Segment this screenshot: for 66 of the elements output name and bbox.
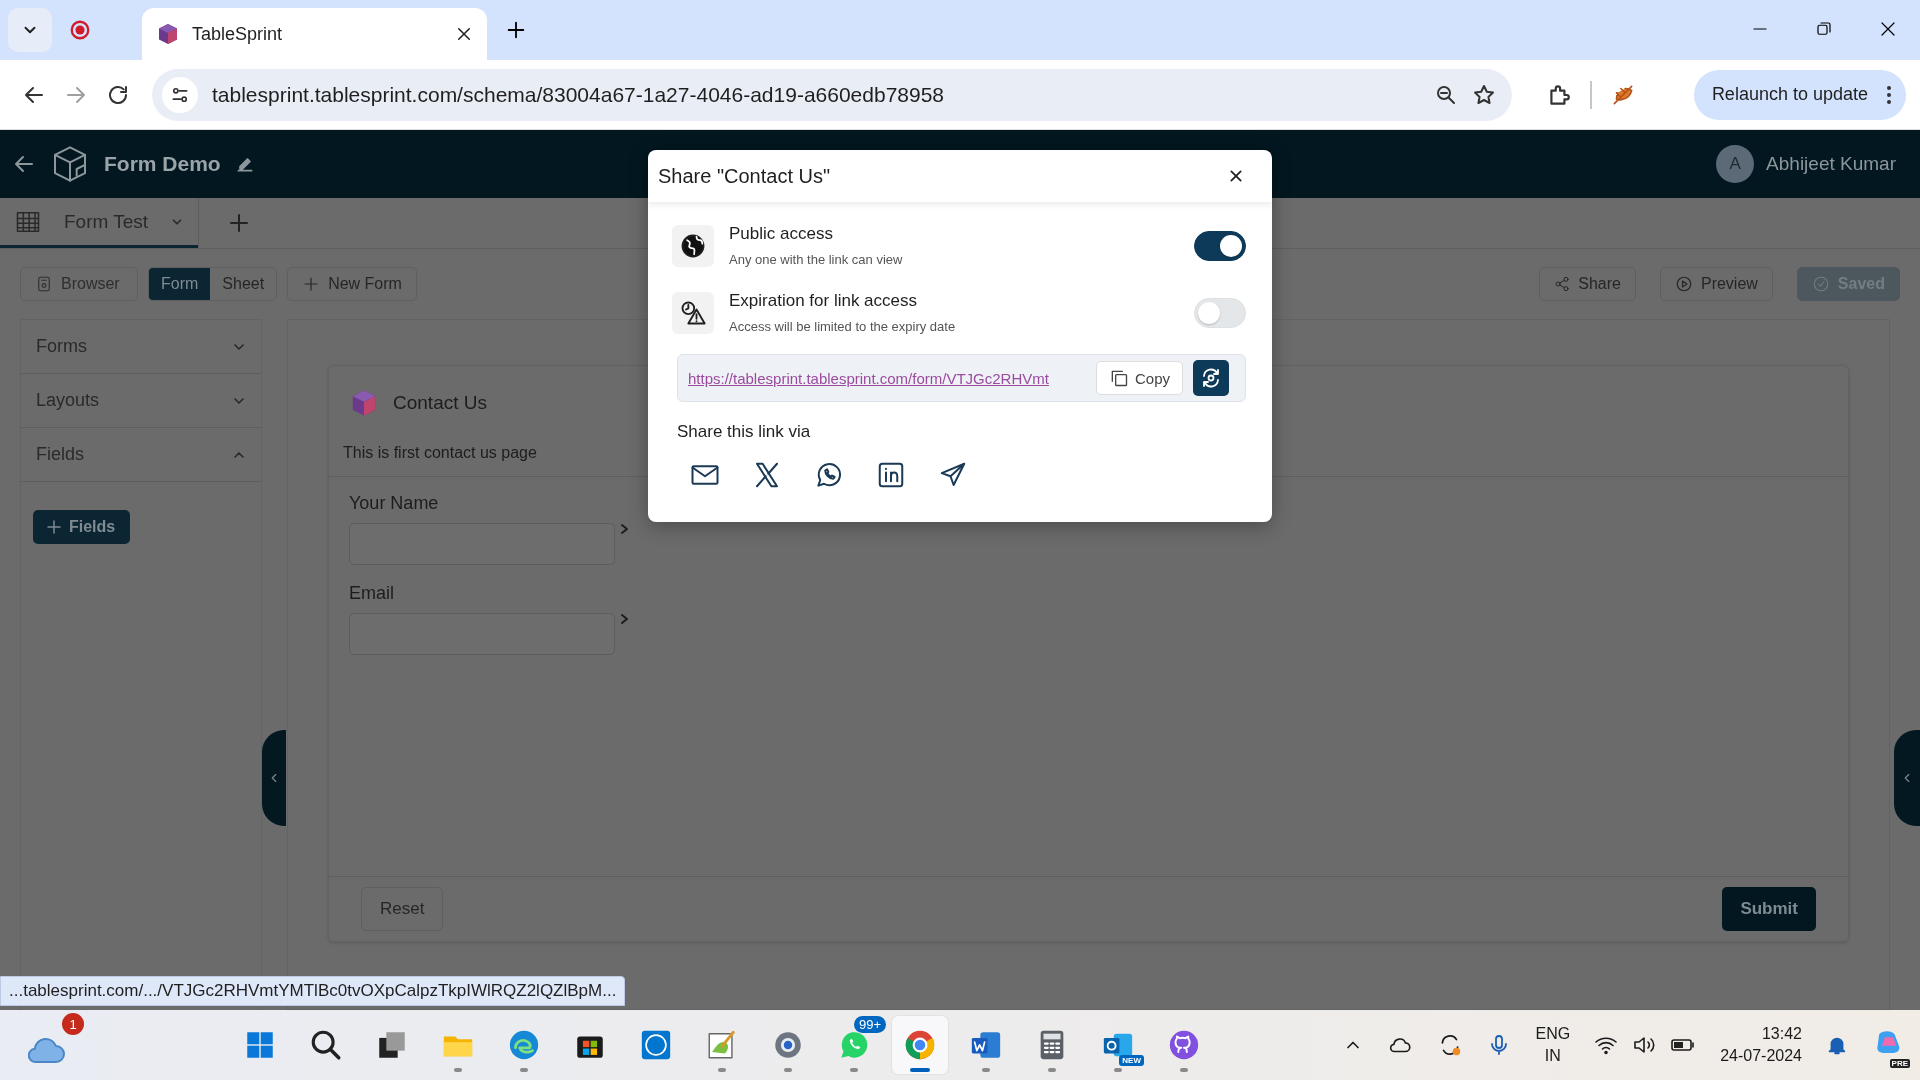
linkedin-icon[interactable] (876, 460, 906, 490)
toggle-switch[interactable] (1194, 230, 1246, 261)
sidebar-section[interactable]: Fields (21, 428, 261, 482)
whatsapp-icon[interactable] (814, 460, 844, 490)
share-link[interactable]: https://tablesprint.tablesprint.com/form/VTJGc2RHVmt (688, 369, 1086, 387)
copy-icon (1109, 368, 1129, 388)
tab-title: TableSprint (192, 23, 284, 45)
view-toggle[interactable]: Form (149, 268, 211, 300)
copy-button[interactable]: Copy (1096, 361, 1184, 395)
close-icon[interactable] (455, 25, 473, 43)
star-icon[interactable] (1472, 82, 1496, 107)
play-icon (1674, 275, 1693, 293)
field-label: Your Name (349, 493, 440, 514)
notification-badge: 1 (62, 1013, 84, 1035)
regenerate-button[interactable] (1193, 360, 1230, 396)
search-icon (309, 1028, 343, 1062)
option-subtitle: Access will be limited to the expiry date (729, 319, 957, 334)
new-tab-icon[interactable] (505, 19, 527, 41)
sidebar-section[interactable]: Layouts (21, 374, 261, 428)
option-subtitle: Any one with the link can view (729, 252, 904, 267)
user-avatar: A (1716, 145, 1755, 183)
option-title: Public access (729, 224, 834, 244)
sidebar-section[interactable]: Forms (21, 320, 261, 374)
chrome-icon (903, 1028, 937, 1062)
weather-icon[interactable] (28, 1036, 66, 1064)
option-title: Expiration for link access (729, 291, 919, 311)
relaunch-button[interactable]: Relaunch to update (1693, 69, 1906, 120)
new-form-button[interactable]: New Form (287, 267, 417, 301)
status-url: ...tablesprint.com/.../VTJGc2RHVmtYMTlBc0tvOXpCalpzTkpIWlRQZ2lQZlBpM... (9, 981, 617, 1001)
app-badge: NEW (1119, 1055, 1144, 1066)
browser-button[interactable]: Browser (20, 267, 138, 301)
chevron-right-icon (619, 613, 629, 625)
expand-handle[interactable] (1894, 730, 1920, 826)
preview-button[interactable]: Preview (1659, 267, 1773, 301)
close-icon[interactable] (1228, 168, 1244, 184)
address-bar[interactable]: tablesprint.tablesprint.com/schema/83004a67-1a27-4046-ad19-a660edb78958 (152, 68, 1512, 121)
preview-badge: PRE (1889, 1059, 1910, 1068)
check-circle-icon (1811, 275, 1830, 293)
form-title: Contact Us (393, 392, 487, 414)
share-icon (1554, 276, 1571, 292)
add-fields-button[interactable]: Fields (33, 510, 130, 544)
share-button[interactable]: Share (1539, 267, 1636, 301)
share-via-label: Share this link via (677, 422, 812, 442)
app-title: Form Demo (104, 152, 221, 176)
dialog-title: Share "Contact Us" (658, 164, 831, 188)
tab-label: Form Test (64, 210, 149, 233)
browser-tab[interactable]: TableSprint (142, 8, 487, 60)
clock[interactable]: 13:42 24-07-2024 (1720, 1023, 1802, 1067)
field-label: Email (349, 583, 395, 604)
edge-icon (507, 1028, 541, 1062)
chevron-right-icon (619, 523, 629, 535)
document-search-icon (35, 274, 53, 294)
chrome-taskbar-icon[interactable] (892, 1016, 948, 1074)
record-icon[interactable] (69, 19, 91, 41)
dell-logo-icon (639, 1028, 673, 1062)
language-indicator[interactable]: ENG IN (1535, 1023, 1571, 1067)
submit-button[interactable]: Submit (1722, 887, 1816, 931)
cube-icon (156, 22, 180, 46)
github-icon (1167, 1028, 1201, 1062)
sheet-tab[interactable]: Form Test (0, 198, 199, 248)
reset-button[interactable]: Reset (361, 887, 444, 931)
more-icon (1886, 83, 1892, 106)
collapse-handle[interactable] (262, 730, 286, 826)
app-badge: 99+ (853, 1016, 886, 1033)
user-name: Abhijeet Kumar (1766, 153, 1896, 175)
plus-icon (45, 518, 63, 536)
